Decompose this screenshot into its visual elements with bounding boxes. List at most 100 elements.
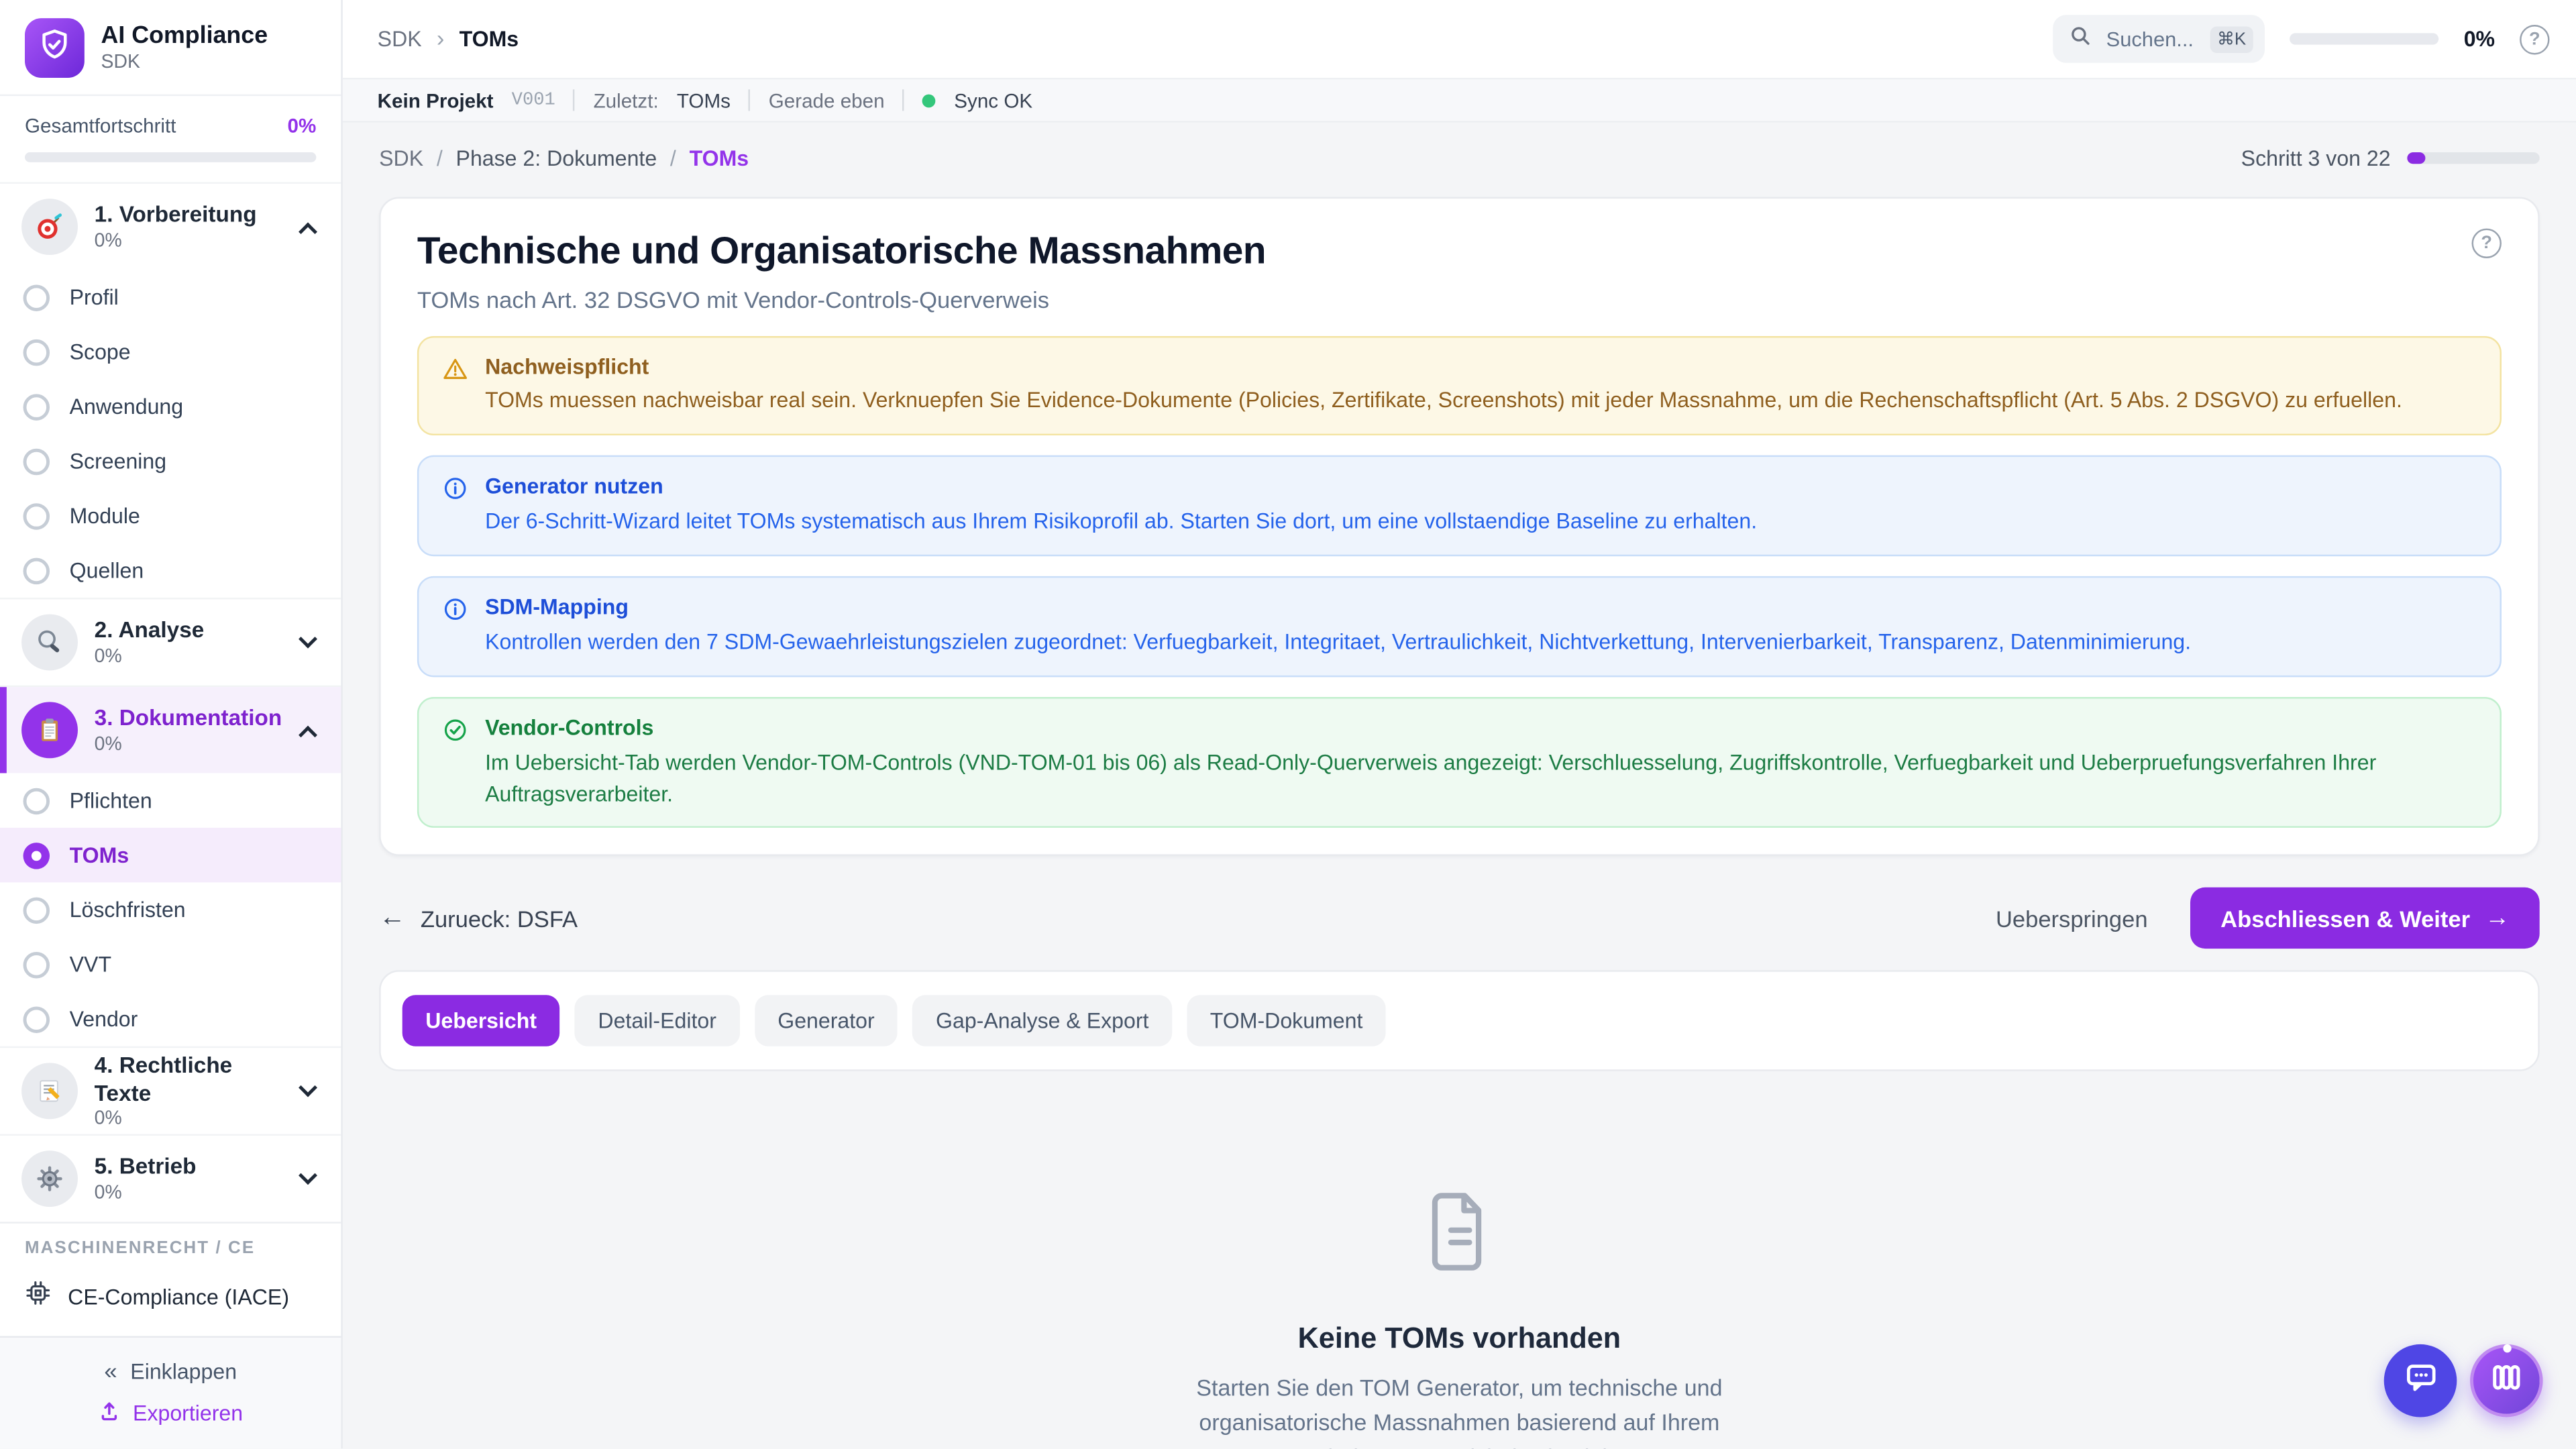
sidebar-item-toms[interactable]: TOMs bbox=[0, 828, 341, 882]
sidebar-item-scope[interactable]: Scope bbox=[0, 325, 341, 379]
memo-icon bbox=[21, 1063, 78, 1119]
sidebar-item-ce-compliance[interactable]: CE-Compliance (IACE) bbox=[0, 1270, 341, 1324]
tab-bar: Uebersicht Detail-Editor Generator Gap-A… bbox=[379, 971, 2540, 1072]
radio-icon bbox=[23, 787, 50, 813]
last-saved-time: Gerade eben bbox=[769, 89, 885, 112]
export-button[interactable]: Exportieren bbox=[98, 1399, 243, 1427]
last-value: TOMs bbox=[677, 89, 731, 112]
page-breadcrumb: SDK Phase 2: Dokumente TOMs bbox=[379, 146, 749, 170]
sidebar-item-quellen[interactable]: Quellen bbox=[0, 543, 341, 597]
skip-button[interactable]: Ueberspringen bbox=[1996, 906, 2148, 932]
notice-success-vendor: Vendor-Controls Im Uebersicht-Tab werden… bbox=[417, 696, 2502, 828]
header-progress-bar bbox=[2290, 33, 2439, 44]
info-icon bbox=[442, 476, 468, 511]
card-help-icon[interactable] bbox=[2472, 229, 2502, 258]
sidebar-item-screening[interactable]: Screening bbox=[0, 434, 341, 488]
sidebar-group-label: MASCHINENRECHT / CE bbox=[0, 1238, 341, 1258]
chevron-up-icon[interactable] bbox=[299, 221, 317, 240]
chevron-up-icon[interactable] bbox=[299, 725, 317, 744]
complete-next-button[interactable]: Abschliessen & Weiter bbox=[2191, 888, 2540, 949]
app-header: AI Compliance SDK bbox=[0, 0, 341, 96]
breadcrumb-phase[interactable]: Phase 2: Dokumente bbox=[456, 146, 657, 170]
radio-icon bbox=[23, 557, 50, 583]
sidebar-item-vvt[interactable]: VVT bbox=[0, 937, 341, 991]
page-subtitle: TOMs nach Art. 32 DSGVO mit Vendor-Contr… bbox=[417, 286, 2502, 312]
step-indicator: Schritt 3 von 22 bbox=[2241, 146, 2391, 170]
section-label: 1. Vorbereitung bbox=[95, 203, 285, 229]
tab-detail-editor[interactable]: Detail-Editor bbox=[575, 996, 740, 1047]
chevron-down-icon[interactable] bbox=[299, 1166, 317, 1185]
search-box[interactable]: ⌘K bbox=[2053, 15, 2265, 63]
columns-icon bbox=[2488, 1358, 2524, 1403]
tab-generator[interactable]: Generator bbox=[755, 996, 898, 1047]
breadcrumb-toms: TOMs bbox=[690, 146, 749, 170]
tab-gap-analyse-export[interactable]: Gap-Analyse & Export bbox=[912, 996, 1172, 1047]
section-label: 5. Betrieb bbox=[95, 1155, 285, 1181]
divider bbox=[749, 89, 750, 111]
divider bbox=[903, 89, 904, 111]
warning-icon bbox=[442, 356, 468, 390]
sidebar-section-rechtliche-texte: 4. Rechtliche Texte 0% bbox=[0, 1046, 341, 1134]
chevron-down-icon[interactable] bbox=[299, 1078, 317, 1097]
cpu-icon bbox=[25, 1280, 51, 1315]
content: SDK Phase 2: Dokumente TOMs Schritt 3 vo… bbox=[343, 123, 2576, 1449]
sidebar-footer: Einklappen Exportieren bbox=[0, 1336, 341, 1449]
sidebar: AI Compliance SDK Gesamtfortschritt 0% bbox=[0, 0, 343, 1448]
sidebar-item-loeschfristen[interactable]: Löschfristen bbox=[0, 882, 341, 936]
project-version: V001 bbox=[512, 90, 555, 110]
section-label: 4. Rechtliche Texte bbox=[95, 1053, 285, 1107]
breadcrumb-root[interactable]: SDK bbox=[378, 26, 422, 51]
radio-icon bbox=[23, 284, 50, 310]
search-icon bbox=[2070, 24, 2091, 54]
info-icon bbox=[442, 596, 468, 631]
board-fab-button[interactable] bbox=[2470, 1344, 2543, 1417]
radio-icon bbox=[23, 1006, 50, 1032]
sidebar-item-module[interactable]: Module bbox=[0, 488, 341, 543]
empty-state-description: Starten Sie den TOM Generator, um techni… bbox=[1168, 1373, 1751, 1449]
chevron-down-icon[interactable] bbox=[299, 630, 317, 649]
sync-status-dot bbox=[922, 93, 936, 107]
sidebar-section-betrieb: 5. Betrieb 0% bbox=[0, 1134, 341, 1222]
sidebar-item-profil[interactable]: Profil bbox=[0, 270, 341, 324]
upload-icon bbox=[98, 1399, 121, 1427]
notice-info-generator: Generator nutzen Der 6-Schritt-Wizard le… bbox=[417, 455, 2502, 556]
sidebar-item-pflichten[interactable]: Pflichten bbox=[0, 773, 341, 827]
section-header-vorbereitung[interactable]: 1. Vorbereitung 0% bbox=[0, 184, 341, 270]
sidebar-item-anwendung[interactable]: Anwendung bbox=[0, 379, 341, 433]
chat-fab-button[interactable] bbox=[2384, 1344, 2457, 1417]
app-subtitle: SDK bbox=[101, 53, 268, 73]
app-title: AI Compliance bbox=[101, 23, 268, 51]
notice-warning: Nachweispflicht TOMs muessen nachweisbar… bbox=[417, 335, 2502, 436]
tab-tom-dokument[interactable]: TOM-Dokument bbox=[1187, 996, 1386, 1047]
keyboard-shortcut-badge: ⌘K bbox=[2210, 25, 2253, 52]
sidebar-nav: 1. Vorbereitung 0% Profil Scope Anwendun… bbox=[0, 182, 341, 1222]
section-header-analyse[interactable]: 2. Analyse 0% bbox=[0, 599, 341, 685]
check-circle-icon bbox=[442, 716, 468, 751]
radio-icon bbox=[23, 393, 50, 419]
project-status-bar: Kein Projekt V001 Zuletzt: TOMs Gerade e… bbox=[343, 79, 2576, 122]
radio-icon bbox=[23, 896, 50, 922]
section-header-rechtliche-texte[interactable]: 4. Rechtliche Texte 0% bbox=[0, 1048, 341, 1134]
search-input[interactable] bbox=[2103, 25, 2199, 52]
back-button[interactable]: Zurueck: DSFA bbox=[379, 904, 578, 933]
magnifier-icon bbox=[21, 614, 78, 671]
overall-progress-value: 0% bbox=[288, 114, 317, 138]
radio-icon bbox=[23, 502, 50, 529]
radio-icon bbox=[23, 339, 50, 365]
radio-icon bbox=[23, 448, 50, 474]
shield-check-icon bbox=[36, 25, 72, 70]
help-icon[interactable] bbox=[2520, 24, 2549, 54]
breadcrumb-current: TOMs bbox=[460, 26, 519, 51]
section-header-betrieb[interactable]: 5. Betrieb 0% bbox=[0, 1136, 341, 1222]
notice-info-sdm: SDM-Mapping Kontrollen werden den 7 SDM-… bbox=[417, 576, 2502, 677]
radio-icon bbox=[23, 951, 50, 977]
tab-uebersicht[interactable]: Uebersicht bbox=[402, 996, 560, 1047]
slash-separator bbox=[670, 146, 676, 170]
arrow-left-icon bbox=[379, 904, 405, 933]
page-card: Technische und Organisatorische Massnahm… bbox=[379, 197, 2540, 857]
sidebar-lower: MASCHINENRECHT / CE CE-Compliance bbox=[0, 1222, 341, 1448]
collapse-sidebar-button[interactable]: Einklappen bbox=[104, 1358, 237, 1384]
breadcrumb-sdk[interactable]: SDK bbox=[379, 146, 423, 170]
section-header-dokumentation[interactable]: 3. Dokumentation 0% bbox=[0, 687, 341, 773]
sidebar-item-vendor[interactable]: Vendor bbox=[0, 991, 341, 1046]
